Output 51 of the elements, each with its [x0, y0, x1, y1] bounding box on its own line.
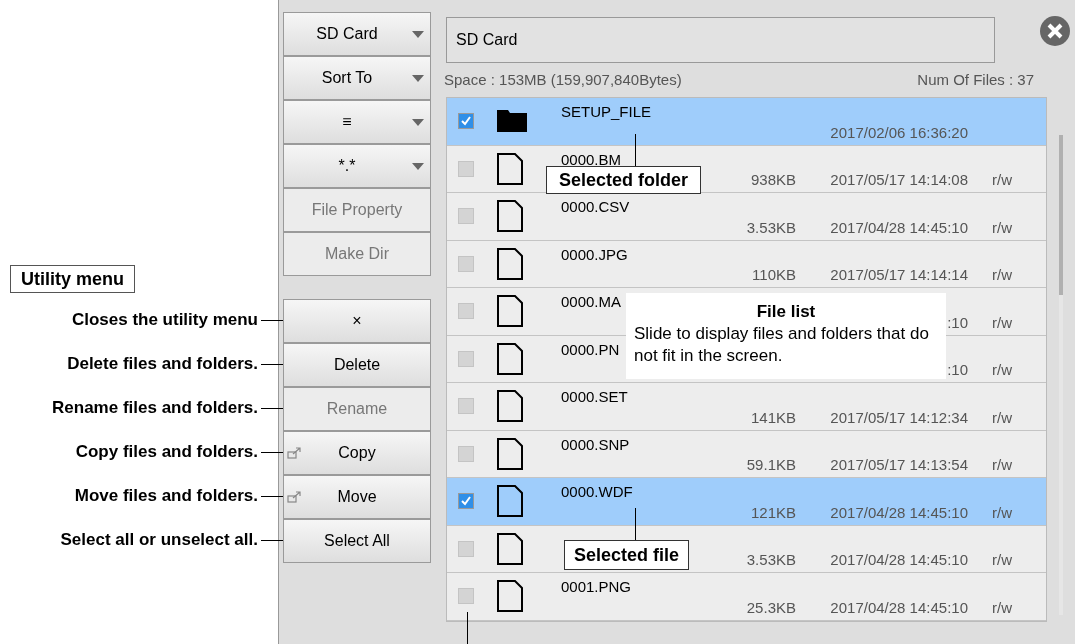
file-name: 0000.SET — [561, 388, 628, 405]
file-date: 2017/04/28 14:45:10 — [830, 218, 968, 236]
file-date: 2017/05/17 14:13:54 — [830, 456, 968, 473]
file-name: 0000.MA — [561, 293, 622, 310]
callout-title: File list — [755, 301, 817, 323]
file-access: r/w — [992, 171, 1012, 188]
file-size: 3.53KB — [746, 218, 796, 236]
file-name: 0000.WDF — [561, 483, 633, 500]
file-access: r/w — [992, 408, 1012, 426]
file-access: r/w — [992, 218, 1012, 236]
annotation-text: Move files and folders. — [74, 485, 258, 508]
file-name: 0000.SNP — [561, 435, 630, 453]
file-name: 0001.PNG — [561, 578, 632, 595]
file-size: 3.53KB — [746, 551, 796, 568]
annotation-text: Rename files and folders. — [52, 397, 258, 420]
file-date: 2017/02/06 16:36:20 — [830, 123, 968, 141]
annotation-text: Closes the utility menu — [71, 309, 258, 332]
file-date: 2017/04/28 14:45:10 — [830, 503, 968, 521]
file-access: r/w — [992, 456, 1012, 473]
file-size: 25.3KB — [746, 598, 796, 616]
file-date: 2017/04/28 14:45:10 — [830, 551, 968, 568]
file-name: 0000.JPG — [561, 245, 628, 263]
section-label: Utility menu — [10, 265, 135, 293]
annotation-text: Copy files and folders. — [75, 441, 258, 464]
file-count: Num Of Files : 37 — [917, 69, 1034, 90]
file-name: 0000.CSV — [561, 198, 630, 215]
annotation-text: Delete files and folders. — [67, 353, 258, 376]
file-date: :10 — [947, 313, 968, 331]
file-access: r/w — [992, 503, 1012, 521]
file-name: 0000.PN — [561, 340, 620, 358]
file-size: 121KB — [750, 503, 796, 521]
file-access: r/w — [992, 313, 1012, 331]
file-date: 2017/05/17 14:12:34 — [830, 408, 968, 426]
file-name: SETUP_FILE — [561, 103, 652, 120]
file-access: r/w — [992, 266, 1012, 283]
file-access: r/w — [992, 598, 1012, 616]
file-size: 938KB — [750, 171, 796, 188]
file-date: 2017/04/28 14:45:10 — [830, 598, 968, 616]
callout-label: Selected folder — [546, 166, 702, 194]
file-access: r/w — [992, 361, 1012, 378]
file-size: 141KB — [750, 408, 796, 426]
file-access: r/w — [992, 551, 1012, 568]
file-date: 2017/05/17 14:14:14 — [830, 266, 968, 283]
file-date: 2017/05/17 14:14:08 — [830, 171, 968, 188]
file-name: 0000.BM — [561, 150, 622, 168]
space-info: Space : 153MB (159,907,840Bytes) — [444, 69, 682, 90]
annotation-text: Select all or unselect all. — [60, 529, 258, 552]
file-size: 59.1KB — [746, 456, 796, 473]
file-size: 110KB — [752, 266, 796, 283]
callout-label: Selected file — [564, 540, 690, 570]
file-date: :10 — [947, 361, 968, 378]
